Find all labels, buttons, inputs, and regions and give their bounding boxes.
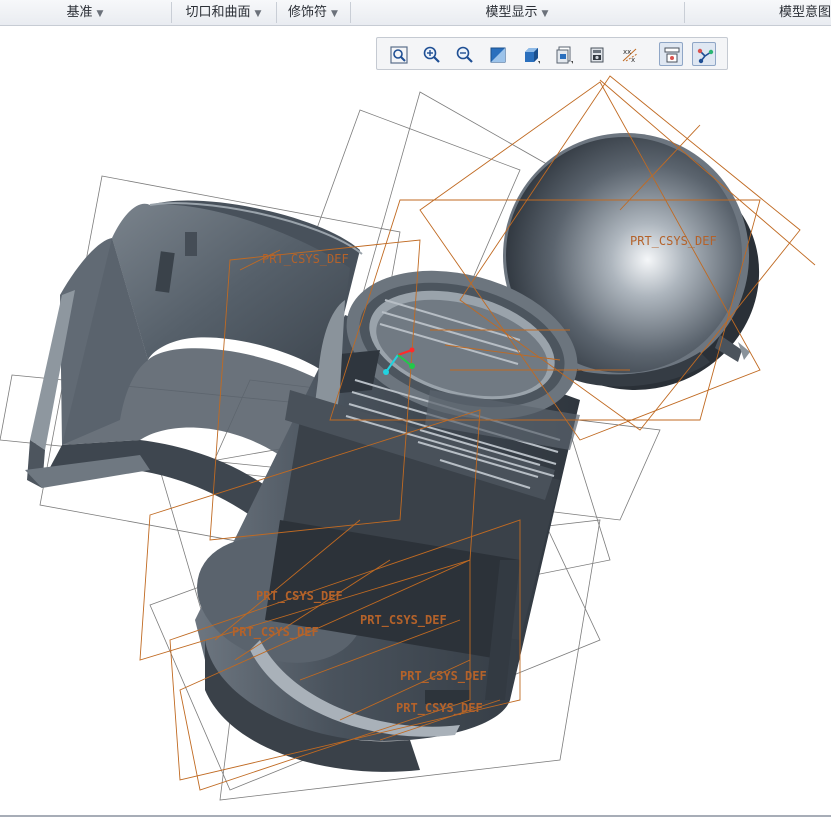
- csys-label: PRT_CSYS_DEF: [262, 252, 349, 266]
- chevron-down-icon: ▼: [331, 9, 338, 19]
- zoom-in-button[interactable]: [419, 42, 443, 66]
- ribbon-group-label: 修饰符: [288, 5, 328, 20]
- spin-center-icon: [697, 48, 714, 64]
- csys-label: PRT_CSYS_DEF: [630, 234, 717, 248]
- refit-button[interactable]: [386, 42, 410, 66]
- repaint-button[interactable]: [485, 42, 509, 66]
- csys-label: PRT_CSYS_DEF: [360, 613, 447, 628]
- display-style-button[interactable]: [518, 42, 542, 66]
- datum-display-filters-icon: xx x: [622, 48, 638, 64]
- ribbon-group-model-display[interactable]: 模型显示 ▼: [351, 0, 683, 25]
- zoom-in-icon: [423, 46, 440, 63]
- ribbon-group-label: 基准: [66, 5, 93, 20]
- zoom-out-button[interactable]: [452, 42, 476, 66]
- chevron-down-icon: ▼: [541, 9, 549, 19]
- model-scene[interactable]: PRT_CSYS_DEF PRT_CSYS_DEF PRT_CSYS_DEF P…: [0, 26, 831, 815]
- annotation-display-icon: [664, 47, 680, 63]
- ribbon-group-datum[interactable]: 基准 ▼: [0, 0, 170, 25]
- ribbon-group-cuts-surfaces[interactable]: 切口和曲面 ▼: [172, 0, 275, 25]
- saved-orientations-icon: [556, 46, 573, 64]
- csys-label: PRT_CSYS_DEF: [396, 701, 483, 716]
- view-toolbar: xx x: [376, 37, 728, 70]
- chevron-down-icon: ▼: [96, 9, 104, 19]
- display-style-icon: [525, 48, 540, 64]
- graphics-viewport[interactable]: PRT_CSYS_DEF PRT_CSYS_DEF PRT_CSYS_DEF P…: [0, 26, 831, 815]
- csys-label: PRT_CSYS_DEF: [232, 625, 319, 640]
- saved-orientations-button[interactable]: [551, 42, 575, 66]
- view-manager-icon: [590, 47, 604, 63]
- ribbon-group-model-intent[interactable]: 模型意图: [685, 0, 831, 25]
- ribbon-group-modifiers[interactable]: 修饰符 ▼: [277, 0, 349, 25]
- csys-label: PRT_CSYS_DEF: [400, 669, 487, 684]
- ribbon-group-label: 模型意图: [778, 5, 831, 20]
- refit-icon: [390, 46, 408, 64]
- spin-center-button[interactable]: [692, 42, 716, 66]
- ribbon-group-label: 模型显示: [485, 5, 538, 20]
- zoom-out-icon: [456, 46, 473, 63]
- chevron-down-icon: ▼: [254, 9, 262, 19]
- datum-display-filters-button[interactable]: xx x: [617, 42, 641, 66]
- view-manager-button[interactable]: [584, 42, 608, 66]
- repaint-icon: [490, 47, 506, 63]
- csys-label: PRT_CSYS_DEF: [256, 589, 343, 604]
- ribbon-group-bar: 基准 ▼ 切口和曲面 ▼ 修饰符 ▼ 模型显示 ▼ 模型意图: [0, 0, 831, 26]
- svg-text:x: x: [631, 56, 635, 64]
- ribbon-group-label: 切口和曲面: [185, 5, 251, 20]
- svg-text:xx: xx: [623, 48, 631, 56]
- annotation-display-button[interactable]: [659, 42, 683, 66]
